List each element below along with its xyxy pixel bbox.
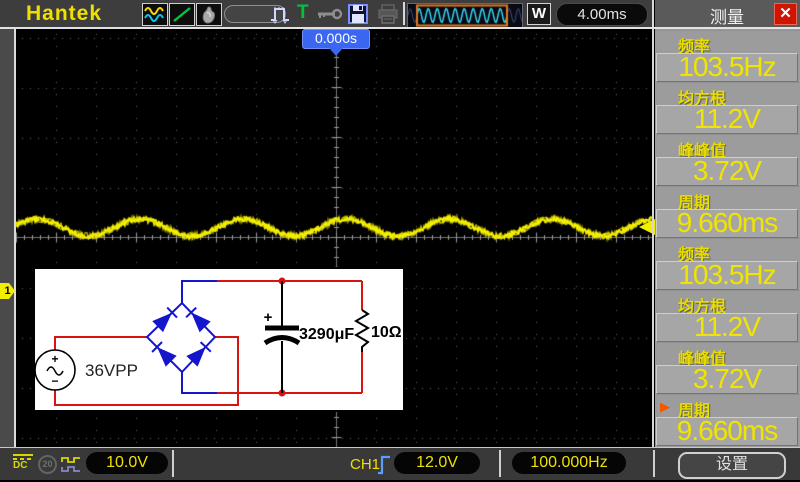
invert-wave-icon[interactable] — [61, 455, 83, 479]
bandwidth-limit-icon[interactable]: 20 — [38, 455, 57, 474]
measurement-vpp-1: ▶ 峰峰值 3.72V — [655, 134, 800, 186]
status-bar: DC 20 10.0V CH1 12.0V 100.000Hz 设置 — [0, 447, 800, 480]
save-floppy-icon[interactable] — [346, 3, 370, 25]
dc-coupling-icon[interactable]: DC — [13, 454, 33, 471]
print-icon[interactable] — [376, 3, 400, 25]
measurement-value: 103.5Hz — [656, 261, 798, 290]
measurement-value: 103.5Hz — [656, 53, 798, 82]
measurement-rms-1: ▶ 均方根 11.2V — [655, 82, 800, 134]
bridge-diodes — [151, 306, 212, 367]
blue-wires — [145, 280, 217, 394]
circuit-schematic-inset: + − 36VPP + 3290μF 10Ω — [33, 267, 405, 412]
bridge-rectifier-schematic: + − 36VPP + 3290μF 10Ω — [34, 277, 402, 406]
measurement-frequency-1: ▶ 频率 103.5Hz — [655, 30, 800, 82]
rising-edge-icon[interactable] — [377, 452, 391, 482]
settings-button[interactable]: 设置 — [678, 452, 786, 479]
left-bezel — [0, 28, 14, 447]
dc-coupling-label: DC — [13, 460, 28, 471]
source-minus-sign: − — [51, 374, 58, 388]
ac-source: + − — [34, 349, 76, 391]
preview-waveform — [408, 4, 522, 27]
resistor-label: 10Ω — [371, 324, 402, 341]
trigger-source-label: CH1 — [350, 456, 381, 473]
resistor — [354, 309, 370, 352]
trigger-t-icon[interactable]: T — [297, 2, 309, 24]
measure-panel: ▶ 频率 103.5Hz ▶ 均方根 11.2V ▶ 峰峰值 3.72V ▶ 周… — [655, 28, 800, 447]
timebase-badge[interactable]: 4.00ms — [556, 3, 648, 26]
window-mode-icon[interactable]: W — [527, 3, 551, 25]
measure-panel-titlebar: 测量 ✕ — [655, 0, 800, 27]
horizontal-preview-strip[interactable] — [407, 3, 523, 28]
top-toolbar: Hantek T W 4.00ms — [0, 0, 653, 28]
measurement-frequency-2: ▶ 频率 103.5Hz — [655, 238, 800, 290]
cursor-line-icon[interactable] — [169, 3, 195, 26]
statusbar-separator — [499, 450, 501, 477]
oscilloscope-app: { "brand": "Hantek", "toolbar": { "timeb… — [0, 0, 800, 480]
measurement-value: 9.660ms — [656, 417, 798, 446]
cap-polarity-sign: + — [264, 309, 273, 326]
toolbar-separator — [403, 2, 405, 25]
active-measurement-arrow: ▶ — [660, 399, 670, 414]
statusbar-separator — [653, 450, 655, 477]
source-voltage-label: 36VPP — [85, 361, 138, 380]
lock-key-icon[interactable] — [316, 3, 344, 25]
ch1-scale-badge[interactable]: 10.0V — [86, 452, 168, 474]
measurement-rms-2: ▶ 均方根 11.2V — [655, 290, 800, 342]
trigger-position-badge[interactable]: 0.000s — [302, 29, 370, 49]
trigger-level-badge[interactable]: 12.0V — [394, 452, 480, 474]
panel-divider — [652, 0, 654, 447]
close-icon[interactable]: ✕ — [774, 3, 797, 25]
brand-logo: Hantek — [26, 2, 103, 25]
measure-panel-title: 测量 — [710, 8, 744, 27]
source-plus-sign: + — [51, 352, 58, 366]
hand-tool-icon[interactable] — [196, 3, 222, 26]
toolbar-divider — [0, 27, 800, 29]
channel-waves-icon[interactable] — [142, 3, 168, 26]
measurement-value: 11.2V — [656, 105, 798, 134]
capacitor-label: 3290μF — [299, 326, 354, 343]
capacitor — [263, 281, 301, 393]
measurement-value: 9.660ms — [656, 209, 798, 238]
measurement-vpp-2: ▶ 峰峰值 3.72V — [655, 342, 800, 394]
measurement-period-2: ▶ 周期 9.660ms — [655, 394, 800, 446]
measurement-value: 3.72V — [656, 157, 798, 186]
measurement-value: 11.2V — [656, 313, 798, 342]
measurement-value: 3.72V — [656, 365, 798, 394]
pulse-trigger-icon[interactable] — [269, 3, 293, 25]
trigger-position-arrow-icon[interactable] — [329, 48, 343, 56]
measurement-period-1: ▶ 周期 9.660ms — [655, 186, 800, 238]
trigger-frequency-badge[interactable]: 100.000Hz — [512, 452, 626, 474]
statusbar-separator — [172, 450, 174, 477]
